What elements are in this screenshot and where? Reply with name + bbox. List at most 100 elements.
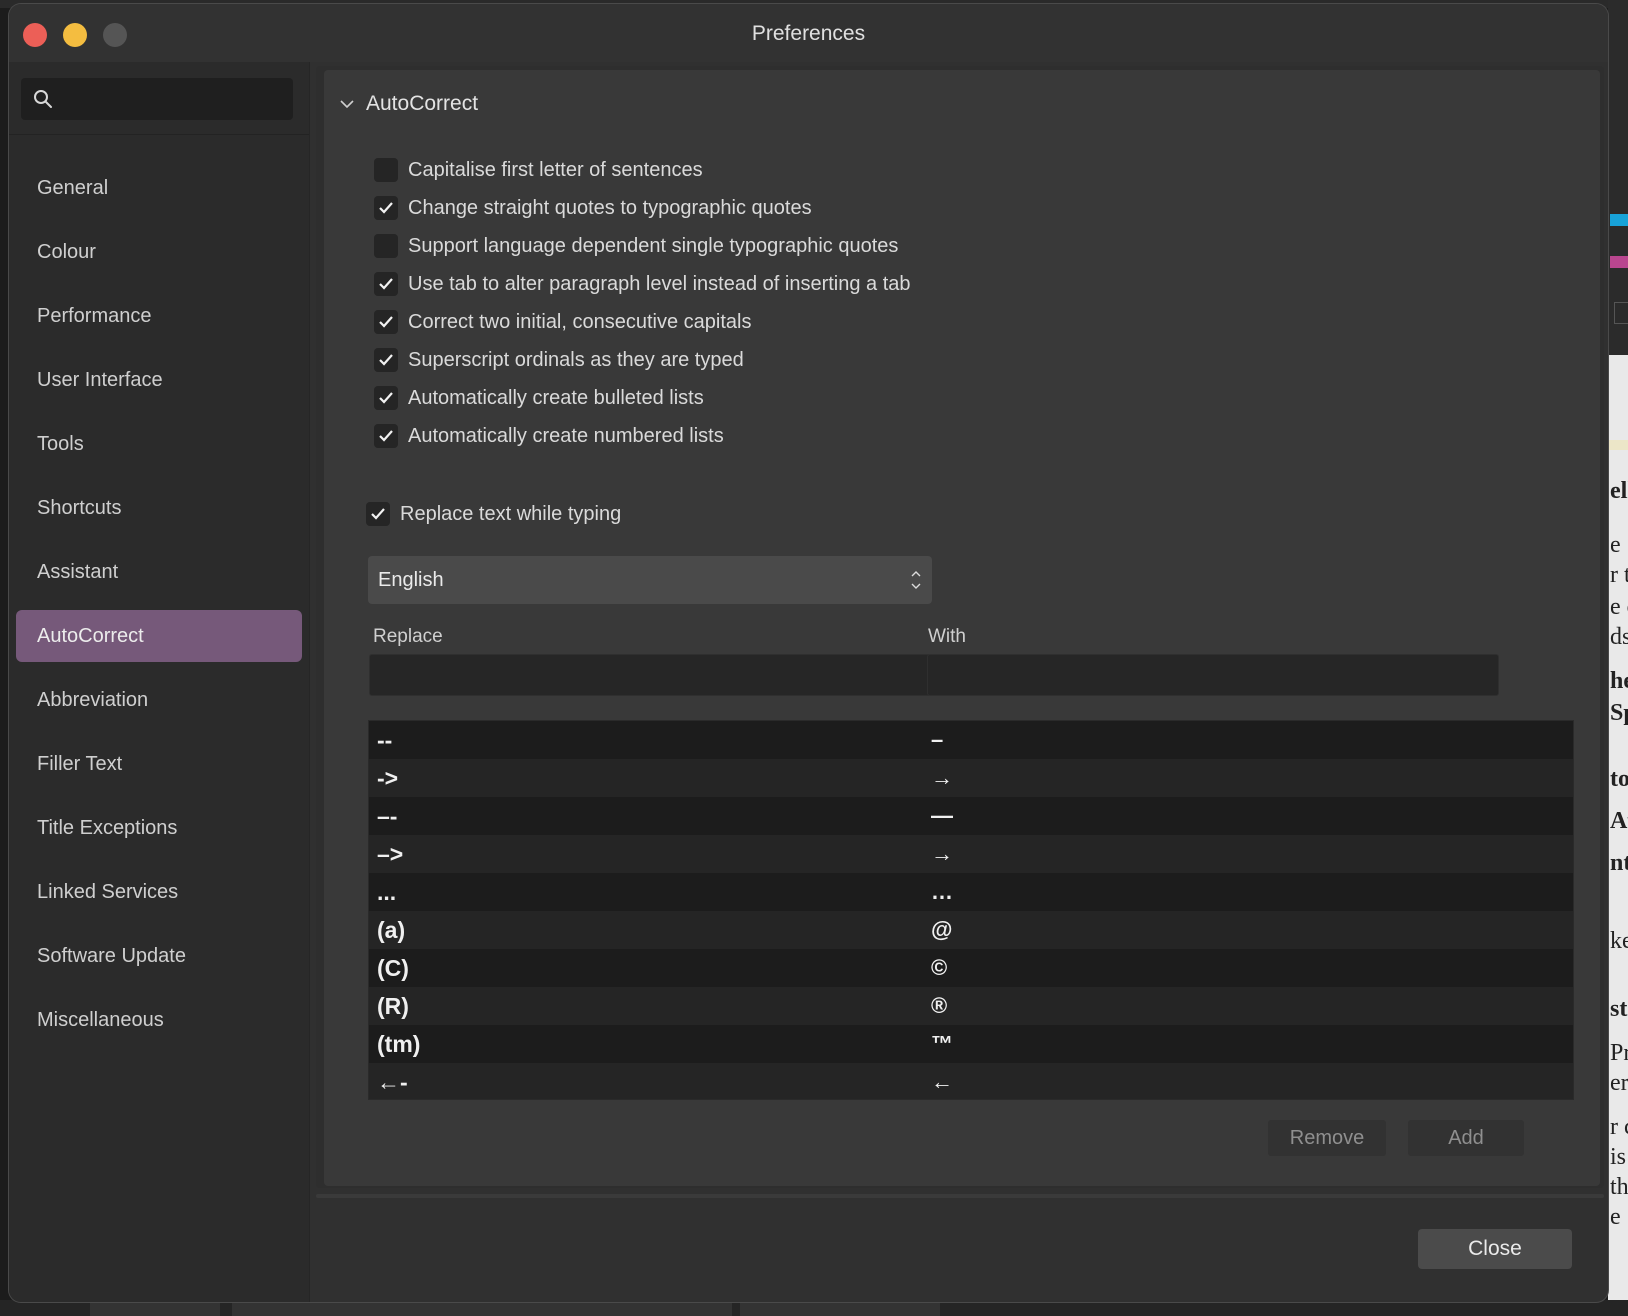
checkmark-icon <box>379 316 393 328</box>
background-field <box>232 1302 732 1316</box>
background-square <box>1614 302 1628 324</box>
option-label: Capitalise first letter of sentences <box>408 158 703 181</box>
sidebar: General Colour Performance User Interfac… <box>9 62 310 1302</box>
table-row[interactable]: ←- ← <box>369 1063 1573 1099</box>
sidebar-item-software-update[interactable]: Software Update <box>16 930 302 982</box>
table-row[interactable]: (a) @ <box>369 911 1573 949</box>
sidebar-item-user-interface[interactable]: User Interface <box>16 354 302 406</box>
option-capitalise-first-letter[interactable]: Capitalise first letter of sentences <box>374 158 703 182</box>
replace-cell: (tm) <box>377 1030 421 1057</box>
add-button[interactable]: Add <box>1408 1120 1524 1156</box>
replace-cell: -- <box>377 726 393 753</box>
chevron-down-icon <box>340 100 354 109</box>
table-row[interactable]: –> → <box>369 835 1573 873</box>
with-cell: → <box>931 841 953 866</box>
sidebar-item-performance[interactable]: Performance <box>16 290 302 342</box>
option-two-initial-capitals[interactable]: Correct two initial, consecutive capital… <box>374 310 751 334</box>
checkmark-icon <box>379 278 393 290</box>
sidebar-item-assistant[interactable]: Assistant <box>16 546 302 598</box>
option-bulleted-lists[interactable]: Automatically create bulleted lists <box>374 386 704 410</box>
remove-button[interactable]: Remove <box>1268 1120 1386 1156</box>
sidebar-item-shortcuts[interactable]: Shortcuts <box>16 482 302 534</box>
background-swatch-magenta <box>1610 256 1628 268</box>
background-text: Sp <box>1610 700 1628 726</box>
replace-cell: ←- <box>377 1068 408 1095</box>
table-row[interactable]: –- — <box>369 797 1573 835</box>
replace-cell: (C) <box>377 954 409 981</box>
option-numbered-lists[interactable]: Automatically create numbered lists <box>374 424 724 448</box>
checkbox[interactable] <box>374 272 398 296</box>
with-input[interactable] <box>927 654 1499 696</box>
checkbox[interactable] <box>374 234 398 258</box>
checkbox[interactable] <box>374 196 398 220</box>
background-highlight <box>1608 440 1628 450</box>
replace-cell: -> <box>377 764 399 791</box>
section-header[interactable]: AutoCorrect <box>340 92 478 116</box>
sidebar-item-general[interactable]: General <box>16 162 302 214</box>
checkmark-icon <box>379 430 393 442</box>
option-label: Change straight quotes to typographic qu… <box>408 196 812 219</box>
background-field <box>90 1302 220 1316</box>
option-label: Support language dependent single typogr… <box>408 234 899 257</box>
background-text: ke <box>1610 928 1628 954</box>
replace-cell: (R) <box>377 992 409 1019</box>
sidebar-item-tools[interactable]: Tools <box>16 418 302 470</box>
section-title: AutoCorrect <box>366 92 479 115</box>
sidebar-item-autocorrect[interactable]: AutoCorrect <box>16 610 302 662</box>
with-cell: → <box>931 765 953 790</box>
background-text: ds <box>1610 624 1628 650</box>
sidebar-item-filler-text[interactable]: Filler Text <box>16 738 302 790</box>
table-row[interactable]: (R) ® <box>369 987 1573 1025</box>
sidebar-nav: General Colour Performance User Interfac… <box>16 162 302 1058</box>
background-text: to <box>1610 766 1628 792</box>
option-label: Automatically create bulleted lists <box>408 386 704 409</box>
footer-divider <box>316 1194 1604 1198</box>
background-text: th <box>1610 1174 1628 1200</box>
checkbox[interactable] <box>374 310 398 334</box>
close-button[interactable]: Close <box>1418 1229 1572 1269</box>
with-label: With <box>928 626 966 647</box>
table-row[interactable]: (tm) ™ <box>369 1025 1573 1063</box>
sidebar-item-miscellaneous[interactable]: Miscellaneous <box>16 994 302 1046</box>
with-cell: @ <box>931 917 953 942</box>
table-row[interactable]: ... … <box>369 873 1573 911</box>
autocorrect-panel: AutoCorrect Capitalise first letter of s… <box>324 70 1600 1186</box>
background-text: e c <box>1610 594 1628 620</box>
checkbox[interactable] <box>374 158 398 182</box>
search-input[interactable] <box>61 84 285 116</box>
background-field <box>740 1302 940 1316</box>
option-language-single-quotes[interactable]: Support language dependent single typogr… <box>374 234 898 258</box>
sidebar-item-linked-services[interactable]: Linked Services <box>16 866 302 918</box>
language-select[interactable]: English <box>368 556 932 604</box>
option-superscript-ordinals[interactable]: Superscript ordinals as they are typed <box>374 348 744 372</box>
option-replace-text-while-typing[interactable]: Replace text while typing <box>366 502 621 526</box>
main-panel: AutoCorrect Capitalise first letter of s… <box>316 66 1604 1188</box>
table-row[interactable]: (C) © <box>369 949 1573 987</box>
sidebar-item-title-exceptions[interactable]: Title Exceptions <box>16 802 302 854</box>
background-swatch-cyan <box>1610 214 1628 226</box>
search-icon <box>34 90 52 108</box>
checkbox[interactable] <box>374 348 398 372</box>
checkbox[interactable] <box>374 424 398 448</box>
background-text: r t <box>1610 562 1628 588</box>
with-cell: ™ <box>931 1031 953 1056</box>
table-row[interactable]: -- – <box>369 721 1573 759</box>
with-cell: ® <box>931 993 948 1018</box>
replace-cell: (a) <box>377 916 406 943</box>
background-text: ell <box>1610 478 1628 504</box>
sidebar-item-abbreviation[interactable]: Abbreviation <box>16 674 302 726</box>
replacement-table[interactable]: -- – -> → –- — –> → ... … (a) @ (C) © (R… <box>368 720 1574 1100</box>
checkmark-icon <box>371 508 385 520</box>
window-title: Preferences <box>751 22 866 45</box>
option-tab-paragraph-level[interactable]: Use tab to alter paragraph level instead… <box>374 272 911 296</box>
checkbox[interactable] <box>374 386 398 410</box>
option-label: Superscript ordinals as they are typed <box>408 348 744 371</box>
preferences-window: Preferences General Colour Performance U… <box>9 4 1608 1302</box>
replace-cell: –> <box>377 840 404 867</box>
with-cell: – <box>931 727 944 752</box>
replace-input[interactable] <box>369 654 931 696</box>
checkbox[interactable] <box>366 502 390 526</box>
table-row[interactable]: -> → <box>369 759 1573 797</box>
sidebar-item-colour[interactable]: Colour <box>16 226 302 278</box>
option-typographic-quotes[interactable]: Change straight quotes to typographic qu… <box>374 196 812 220</box>
